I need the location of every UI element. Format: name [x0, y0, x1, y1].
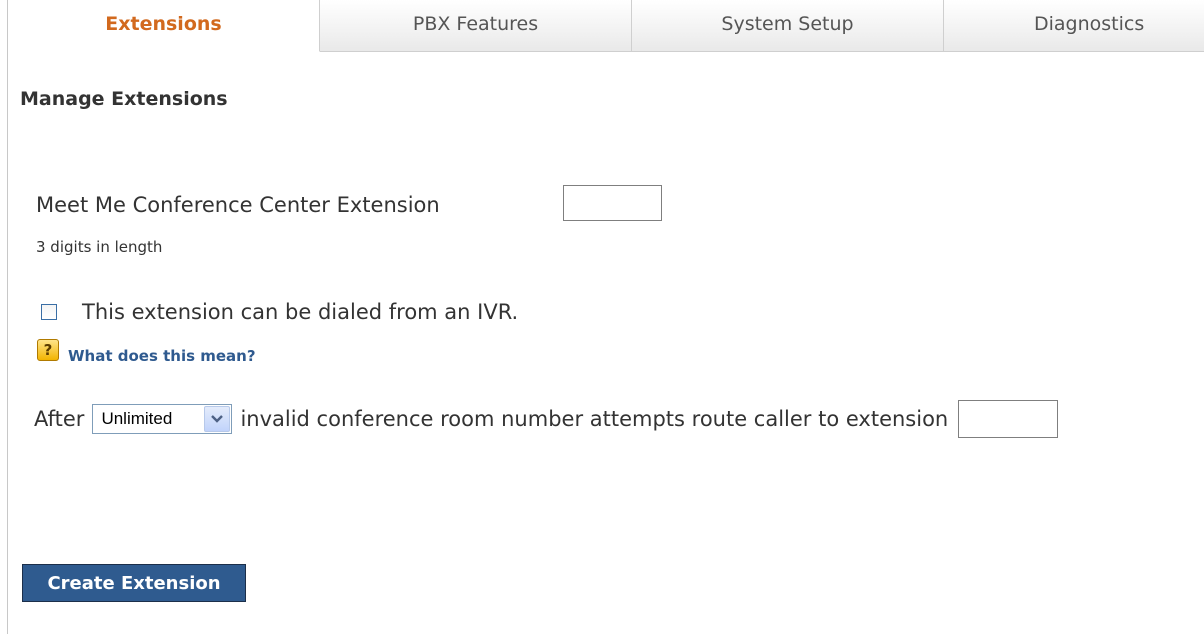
create-extension-button[interactable]: Create Extension — [22, 564, 246, 602]
route-prefix-text: After — [34, 407, 85, 431]
tab-pbx-features[interactable]: PBX Features — [320, 0, 632, 52]
route-suffix-text: invalid conference room number attempts … — [240, 407, 949, 431]
attempts-select-value: Unlimited — [101, 409, 173, 428]
main-tab-bar: Extensions PBX Features System Setup Dia… — [8, 0, 1204, 52]
help-question-icon[interactable]: ? — [37, 339, 59, 361]
conference-extension-input[interactable] — [563, 185, 662, 221]
chevron-down-icon[interactable] — [204, 406, 231, 432]
content-left-border — [7, 0, 8, 634]
ivr-dialable-checkbox[interactable] — [41, 304, 57, 320]
tab-diagnostics[interactable]: Diagnostics — [944, 0, 1204, 52]
conference-extension-label: Meet Me Conference Center Extension — [36, 193, 440, 217]
invalid-attempts-row: After Unlimited invalid conference room … — [34, 400, 1059, 438]
attempts-select[interactable]: Unlimited — [92, 404, 233, 434]
ivr-dialable-label[interactable]: This extension can be dialed from an IVR… — [82, 300, 518, 324]
tab-extensions[interactable]: Extensions — [8, 0, 320, 52]
page-title: Manage Extensions — [20, 88, 228, 110]
route-extension-input[interactable] — [958, 400, 1059, 438]
tab-system-setup[interactable]: System Setup — [632, 0, 944, 52]
extension-length-hint: 3 digits in length — [36, 238, 163, 256]
what-does-this-mean-link[interactable]: What does this mean? — [68, 347, 256, 365]
